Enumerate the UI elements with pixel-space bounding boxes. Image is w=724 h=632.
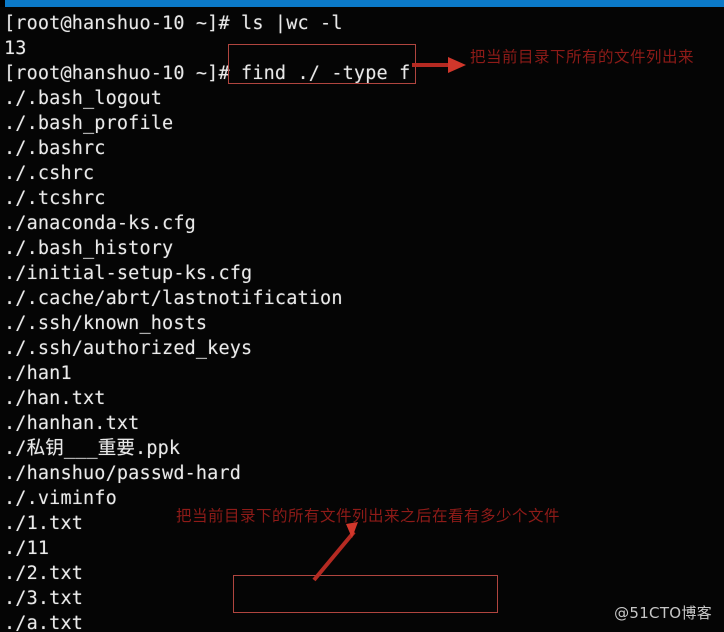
shell-command: ls |wc -l xyxy=(241,13,343,34)
shell-prompt: [root@hanshuo-10 ~]# xyxy=(4,63,242,84)
terminal-line: ./han1 xyxy=(4,363,72,384)
terminal-line: ./anaconda-ks.cfg xyxy=(4,213,196,234)
annotation-count-files: 把当前目录下的所有文件列出来之后在看有多少个文件 xyxy=(176,507,561,525)
terminal-line: ./.bash_logout xyxy=(4,88,163,109)
terminal-line: 13 xyxy=(4,38,27,59)
terminal-line: ./3.txt xyxy=(4,588,84,609)
terminal-line: ./.cshrc xyxy=(4,163,95,184)
terminal-line: ./.cache/abrt/lastnotification xyxy=(4,288,343,309)
terminal-line: ./2.txt xyxy=(4,563,84,584)
terminal-line: ./.bash_history xyxy=(4,238,174,259)
terminal-line: [root@hanshuo-10 ~]# ls |wc -l xyxy=(4,11,343,36)
terminal-line: ./hanshuo/passwd-hard xyxy=(4,463,242,484)
terminal-line: ./.ssh/known_hosts xyxy=(4,313,208,334)
terminal-line: ./.viminfo xyxy=(4,488,117,509)
watermark: @51CTO博客 xyxy=(614,604,712,622)
terminal-line: ./.ssh/authorized_keys xyxy=(4,338,253,359)
terminal-line: ./initial-setup-ks.cfg xyxy=(4,263,253,284)
terminal-line: ./hanhan.txt xyxy=(4,413,140,434)
annotation-list-all-files: 把当前目录下所有的文件列出来 xyxy=(470,48,695,66)
terminal-line: ./私钥___重要.ppk xyxy=(4,438,181,459)
titlebar-left-notch xyxy=(0,0,5,7)
terminal-line: ./han.txt xyxy=(4,388,106,409)
window-titlebar xyxy=(0,0,724,7)
terminal-line: ./a.txt xyxy=(4,613,84,632)
shell-prompt: [root@hanshuo-10 ~]# xyxy=(4,13,242,34)
cmdbox-find-type-f-wc-l xyxy=(233,575,498,613)
terminal-line: ./.tcshrc xyxy=(4,188,106,209)
terminal-output-area[interactable]: [root@hanshuo-10 ~]# ls |wc -l 13 [root@… xyxy=(0,7,724,632)
terminal-line: ./.bashrc xyxy=(4,138,106,159)
terminal-screenshot: [root@hanshuo-10 ~]# ls |wc -l 13 [root@… xyxy=(0,0,724,632)
cmdbox-find-type-f xyxy=(228,44,416,84)
terminal-line: ./11 xyxy=(4,538,50,559)
terminal-line: ./.bash_profile xyxy=(4,113,174,134)
terminal-line: ./1.txt xyxy=(4,513,84,534)
